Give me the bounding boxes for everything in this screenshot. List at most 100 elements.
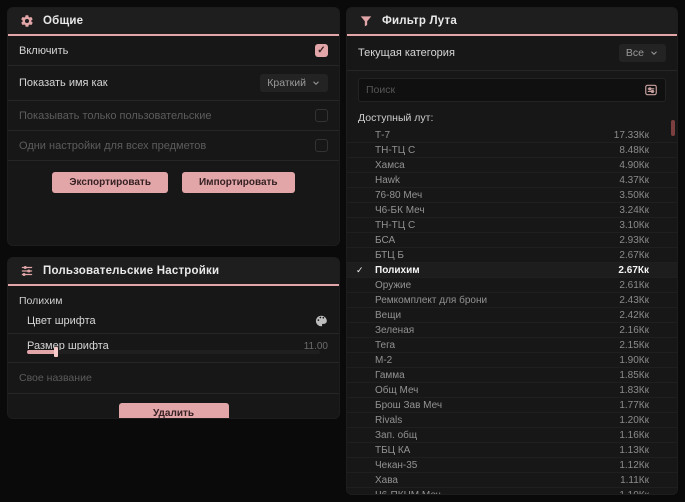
list-item[interactable]: Хава 1.11Кк	[347, 473, 677, 488]
list-item[interactable]: Зап. общ 1.16Кк	[347, 428, 677, 443]
item-value: 1.85Кк	[619, 369, 649, 381]
left-column: Общие Включить Показать имя как Краткий …	[8, 8, 339, 494]
list-item[interactable]: Вещи 2.42Кк	[347, 308, 677, 323]
show-name-dropdown[interactable]: Краткий	[260, 74, 328, 92]
item-name: Зеленая	[375, 324, 415, 336]
panel-general: Общие Включить Показать имя как Краткий …	[8, 8, 339, 245]
item-value: 2.16Кк	[619, 324, 649, 336]
show-name-value: Краткий	[267, 77, 306, 89]
item-value: 2.61Кк	[619, 279, 649, 291]
item-value: 3.50Кк	[619, 189, 649, 201]
item-name: Хава	[375, 474, 398, 486]
list-item[interactable]: Хамса 4.90Кк	[347, 158, 677, 173]
panel-custom-header: Пользовательские Настройки	[8, 258, 339, 286]
list-item[interactable]: БСА 2.93Кк	[347, 233, 677, 248]
item-name: Зап. общ	[375, 429, 418, 441]
slider-thumb[interactable]	[54, 347, 58, 357]
item-name: Общ Меч	[375, 384, 419, 396]
item-name: Вещи	[375, 309, 402, 321]
item-value: 2.93Кк	[619, 234, 649, 246]
list-item[interactable]: ✓ Полихим 2.67Кк	[347, 263, 677, 278]
search-box	[358, 78, 666, 102]
list-item[interactable]: Зеленая 2.16Кк	[347, 323, 677, 338]
item-value: 1.77Кк	[619, 399, 649, 411]
list-item[interactable]: Тега 2.15Кк	[347, 338, 677, 353]
item-value: 17.33Кк	[613, 129, 649, 141]
panel-custom-settings: Пользовательские Настройки Полихим Цвет …	[8, 258, 339, 418]
list-item[interactable]: Т-7 17.33Кк	[347, 128, 677, 143]
item-name: Полихим	[375, 264, 420, 276]
mod-settings-page: Общие Включить Показать имя как Краткий …	[0, 0, 685, 502]
delete-row: Удалить	[8, 394, 339, 418]
scrollbar-thumb[interactable]	[671, 120, 675, 136]
item-name: Hawk	[375, 174, 401, 186]
item-value: 1.12Кк	[619, 459, 649, 471]
panel-title: Общие	[43, 15, 84, 27]
palette-icon[interactable]	[314, 314, 328, 328]
import-button[interactable]: Импортировать	[181, 172, 295, 193]
panel-loot-header: Фильтр Лута	[347, 8, 677, 36]
item-name: ТБЦ КА	[375, 444, 411, 456]
list-item[interactable]: Чекан-35 1.12Кк	[347, 458, 677, 473]
same-settings-checkbox[interactable]	[315, 139, 328, 152]
item-value: 1.11Кк	[620, 474, 649, 486]
item-name: Ч6-БК Меч	[375, 204, 425, 216]
chevron-down-icon	[649, 48, 659, 58]
list-item[interactable]: БТЦ Б 2.67Кк	[347, 248, 677, 263]
same-settings-label: Одни настройки для всех предметов	[19, 139, 207, 152]
item-name: Т-7	[375, 129, 390, 141]
setting-font-color: Цвет шрифта	[8, 309, 339, 334]
item-name: Ч6-ПКНМ Меч	[369, 490, 619, 495]
font-size-slider-row	[8, 347, 339, 363]
enable-label: Включить	[19, 44, 69, 57]
list-item[interactable]: ТН-ТЦ С 3.10Кк	[347, 218, 677, 233]
item-name: 76-80 Меч	[375, 189, 423, 201]
font-size-slider[interactable]	[27, 347, 320, 357]
panel-title: Пользовательские Настройки	[43, 265, 220, 277]
list-item[interactable]: Ч6-ПКНМ Меч 1.10Кк	[347, 488, 677, 495]
item-name: М-2	[375, 354, 393, 366]
item-value: 2.15Кк	[619, 339, 649, 351]
only-custom-checkbox[interactable]	[315, 109, 328, 122]
item-name: Гамма	[375, 369, 405, 381]
slider-fill	[27, 350, 57, 354]
enable-checkbox[interactable]	[315, 44, 328, 57]
sliders-icon	[20, 264, 34, 278]
search-filter-icon[interactable]	[644, 83, 658, 97]
item-value: 2.42Кк	[619, 309, 649, 321]
item-value: 2.67Кк	[618, 264, 649, 276]
panel-title: Фильтр Лута	[382, 15, 457, 27]
list-item[interactable]: Оружие 2.61Кк	[347, 278, 677, 293]
item-value: 1.20Кк	[619, 414, 649, 426]
list-item[interactable]: Ч6-БК Меч 3.24Кк	[347, 203, 677, 218]
item-value: 4.37Кк	[619, 174, 649, 186]
search-input[interactable]	[366, 84, 644, 96]
list-item[interactable]: ТН-ТЦ С 8.48Кк	[347, 143, 677, 158]
item-name: Rivals	[375, 414, 403, 426]
setting-same-settings: Одни настройки для всех предметов	[8, 131, 339, 161]
list-item[interactable]: 76-80 Меч 3.50Кк	[347, 188, 677, 203]
list-item[interactable]: М-2 1.90Кк	[347, 353, 677, 368]
item-value: 1.16Кк	[619, 429, 649, 441]
item-name: ТН-ТЦ С	[375, 144, 416, 156]
item-name: ТН-ТЦ С	[375, 219, 416, 231]
category-value: Все	[625, 47, 644, 59]
loot-list: Т-7 17.33Кк ТН-ТЦ С 8.48Кк Хамса 4.90Кк …	[347, 128, 677, 494]
list-item[interactable]: Hawk 4.37Кк	[347, 173, 677, 188]
custom-name-input[interactable]	[8, 363, 339, 394]
item-value: 2.67Кк	[619, 249, 649, 261]
item-name: Брош Зав Меч	[375, 399, 443, 411]
list-item[interactable]: Rivals 1.20Кк	[347, 413, 677, 428]
list-item[interactable]: Гамма 1.85Кк	[347, 368, 677, 383]
item-name: Хамса	[375, 159, 405, 171]
item-value: 1.83Кк	[619, 384, 649, 396]
list-item[interactable]: Брош Зав Меч 1.77Кк	[347, 398, 677, 413]
export-button[interactable]: Экспортировать	[52, 172, 168, 193]
delete-button[interactable]: Удалить	[118, 403, 229, 418]
item-name: БСА	[375, 234, 396, 246]
list-item[interactable]: Общ Меч 1.83Кк	[347, 383, 677, 398]
list-item[interactable]: ТБЦ КА 1.13Кк	[347, 443, 677, 458]
list-item[interactable]: Ремкомплект для брони 2.43Кк	[347, 293, 677, 308]
category-dropdown[interactable]: Все	[618, 44, 666, 62]
item-value: 1.10Кк	[619, 490, 649, 495]
